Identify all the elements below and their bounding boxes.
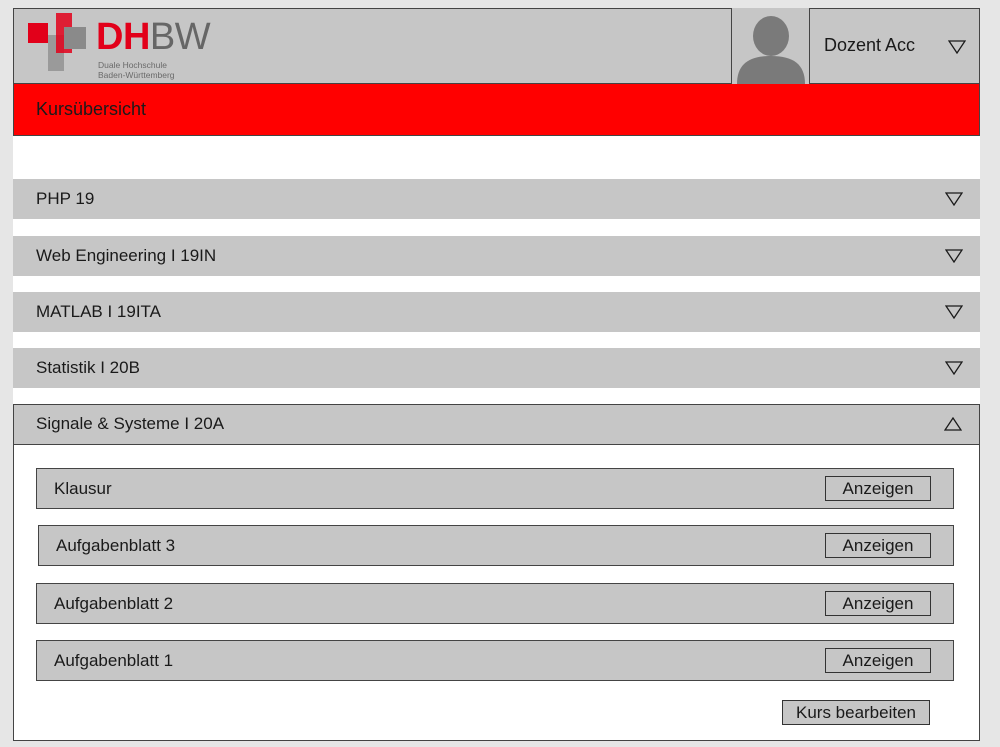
- chevron-down-icon[interactable]: [945, 192, 963, 206]
- task-label: Aufgabenblatt 2: [54, 594, 174, 613]
- chevron-down-icon[interactable]: [945, 305, 963, 319]
- course-row[interactable]: MATLAB I 19ITA: [13, 292, 980, 332]
- chevron-down-icon[interactable]: [945, 361, 963, 375]
- course-label: PHP 19: [36, 189, 95, 208]
- course-label: MATLAB I 19ITA: [36, 302, 162, 321]
- chevron-up-icon[interactable]: [944, 417, 962, 431]
- course-label: Web Engineering I 19IN: [36, 246, 217, 265]
- show-button[interactable]: Anzeigen: [825, 648, 931, 673]
- course-row[interactable]: Web Engineering I 19IN: [13, 236, 980, 276]
- task-row: Aufgabenblatt 2 Anzeigen: [36, 583, 954, 624]
- task-label: Aufgabenblatt 3: [56, 536, 176, 555]
- show-button[interactable]: Anzeigen: [825, 533, 931, 558]
- edit-course-button[interactable]: Kurs bearbeiten: [782, 700, 930, 725]
- app-frame: DHBW Duale Hochschule Baden-Württemberg …: [13, 8, 980, 741]
- task-row: Aufgabenblatt 3 Anzeigen: [38, 525, 954, 566]
- course-row[interactable]: Statistik I 20B: [13, 348, 980, 388]
- course-row-expanded[interactable]: Signale & Systeme I 20A: [14, 405, 979, 445]
- show-button[interactable]: Anzeigen: [825, 591, 931, 616]
- page-title-bar: Kursübersicht: [13, 84, 980, 136]
- user-avatar-icon: [732, 8, 809, 84]
- account-menu[interactable]: Dozent Acc: [810, 9, 980, 83]
- logo-subtitle-2: Baden-Württemberg: [98, 70, 175, 80]
- logo-bw: BW: [149, 16, 211, 58]
- course-label: Signale & Systeme I 20A: [36, 414, 225, 433]
- task-label: Klausur: [54, 479, 112, 498]
- logo-subtitle-1: Duale Hochschule: [98, 60, 167, 70]
- dhbw-logo: DHBW Duale Hochschule Baden-Württemberg: [28, 13, 211, 80]
- avatar[interactable]: [731, 8, 810, 84]
- logo-dh: DH: [96, 16, 150, 58]
- task-row: Klausur Anzeigen: [36, 468, 954, 509]
- dhbw-logo-mark-icon: [28, 13, 86, 71]
- course-row[interactable]: PHP 19: [13, 179, 980, 219]
- course-label: Statistik I 20B: [36, 358, 140, 377]
- course-panel-expanded: Signale & Systeme I 20A Klausur Anzeigen…: [13, 404, 980, 741]
- chevron-down-icon[interactable]: [948, 40, 966, 54]
- show-button[interactable]: Anzeigen: [825, 476, 931, 501]
- task-label: Aufgabenblatt 1: [54, 651, 174, 670]
- account-name: Dozent Acc: [824, 35, 916, 55]
- chevron-down-icon[interactable]: [945, 249, 963, 263]
- page-title: Kursübersicht: [36, 99, 147, 119]
- task-row: Aufgabenblatt 1 Anzeigen: [36, 640, 954, 681]
- logo-wordmark: DHBW: [96, 15, 211, 59]
- header: DHBW Duale Hochschule Baden-Württemberg …: [13, 8, 980, 84]
